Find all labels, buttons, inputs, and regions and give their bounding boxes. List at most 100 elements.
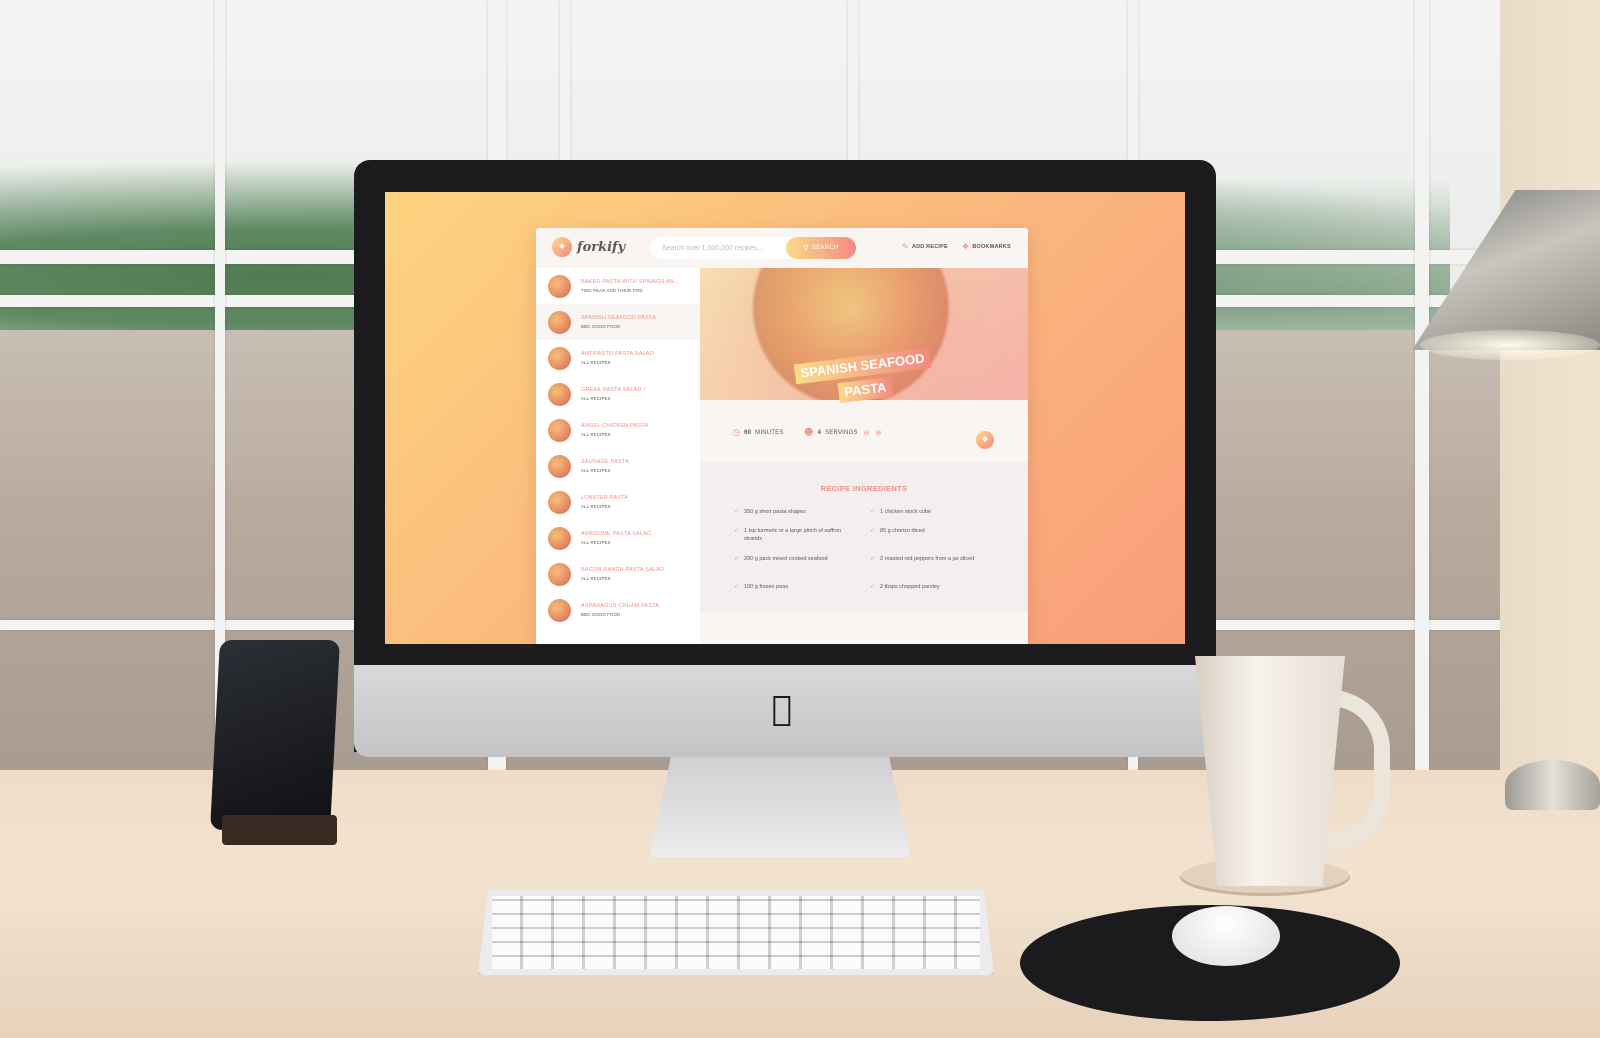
smartphone — [210, 640, 340, 830]
ingredient-text: 1 tsp turmeric or a large pinch of saffr… — [744, 528, 842, 542]
result-title: LOBSTER PASTA — [581, 495, 629, 501]
check-icon: ✓ — [734, 527, 740, 534]
lamp-light — [1420, 330, 1600, 360]
ingredient-item: ✓ 2 roasted red peppers from a jar sliced — [870, 555, 988, 563]
bookmarks-label: BOOKMARKS — [972, 243, 1011, 250]
check-icon: ✓ — [870, 508, 876, 515]
result-publisher: ALL RECIPES — [581, 396, 611, 401]
app-header: ✦ forkify ⚲ SEARCH ✎ ADD RECIPE ❖ BOOKMA… — [536, 228, 1028, 268]
ingredients-heading: RECIPE INGREDIENTS — [820, 484, 908, 493]
bookmark-recipe-button[interactable]: ❖ — [976, 431, 994, 449]
logo[interactable]: ✦ forkify — [552, 237, 625, 257]
forkify-app-window: ✦ forkify ⚲ SEARCH ✎ ADD RECIPE ❖ BOOKMA… — [536, 228, 1028, 644]
ingredient-item: ✓ 100 g frozen peas — [734, 583, 852, 591]
result-publisher: ALL RECIPES — [581, 360, 611, 365]
bookmarks-button[interactable]: ❖ BOOKMARKS — [962, 242, 1011, 251]
result-item[interactable]: ANGEL CHICKEN PASTA ALL RECIPES — [536, 412, 700, 448]
minutes-value: 60 — [744, 430, 752, 436]
ingredient-text: 100 g frozen peas — [744, 584, 789, 590]
monitor-stand — [650, 757, 910, 857]
result-thumbnail — [548, 310, 571, 334]
result-item[interactable]: BACON RANCH PASTA SALAD ALL RECIPES — [536, 556, 700, 592]
search-form: ⚲ SEARCH — [650, 237, 856, 259]
check-icon: ✓ — [734, 508, 740, 515]
result-item[interactable]: BAKED PASTA WITH SPINACH AN... TWO PEAS A… — [536, 268, 700, 304]
result-title: ASPARAGUS CREAM PASTA — [581, 603, 660, 609]
result-thumbnail — [548, 562, 571, 586]
result-item-active[interactable]: SPANISH SEAFOOD PASTA BBC GOOD FOOD — [536, 304, 700, 340]
result-title: SPANISH SEAFOOD PASTA — [581, 315, 657, 321]
minutes-label: MINUTES — [755, 430, 784, 436]
desk-lamp-base — [1505, 760, 1600, 810]
result-item[interactable]: ASPARAGUS CREAM PASTA BBC GOOD FOOD — [536, 592, 700, 628]
servings-label: SERVINGS — [825, 430, 858, 436]
result-thumbnail — [548, 526, 571, 550]
check-icon: ✓ — [870, 527, 876, 534]
result-thumbnail — [548, 598, 571, 622]
recipe-duration: ◷ 60 MINUTES — [732, 428, 784, 438]
add-recipe-button[interactable]: ✎ ADD RECIPE — [902, 242, 948, 251]
result-thumbnail — [548, 346, 571, 370]
ingredient-item: ✓ 85 g chorizo diced — [870, 527, 988, 535]
recipe-ingredients: RECIPE INGREDIENTS ✓ 350 g short pasta sh… — [700, 462, 1028, 612]
keyboard — [478, 890, 994, 975]
result-title: GREEK PASTA SALAD I — [581, 387, 646, 393]
search-input[interactable] — [662, 244, 790, 252]
recipe-directions-section — [700, 612, 1028, 644]
check-icon: ✓ — [734, 555, 740, 562]
mouse — [1172, 906, 1280, 966]
result-title: AWESOME PASTA SALAD — [581, 531, 652, 537]
result-publisher: BBC GOOD FOOD — [581, 612, 621, 617]
monitor-screen: ✦ forkify ⚲ SEARCH ✎ ADD RECIPE ❖ BOOKMA… — [385, 192, 1185, 644]
search-button[interactable]: ⚲ SEARCH — [786, 237, 856, 259]
recipe-servings: ☻ 4 SERVINGS ⊖ ⊕ — [804, 428, 882, 438]
ingredient-item: ✓ 1 tsp turmeric or a large pinch of saff… — [734, 527, 852, 543]
keyboard-keys — [492, 896, 980, 969]
result-title: ANTIPASTO PASTA SALAD — [581, 351, 654, 357]
ingredient-item: ✓ 2 tbsps chopped parsley — [870, 583, 988, 591]
result-publisher: ALL RECIPES — [581, 540, 611, 545]
result-publisher: BBC GOOD FOOD — [581, 324, 621, 329]
ingredient-item: ✓ 1 chicken stock cube — [870, 508, 988, 516]
ingredient-text: 1 chicken stock cube — [880, 509, 932, 515]
result-item[interactable]: ANTIPASTO PASTA SALAD ALL RECIPES — [536, 340, 700, 376]
users-icon: ☻ — [804, 428, 814, 438]
clock-icon: ◷ — [732, 428, 741, 438]
minus-circle-icon[interactable]: ⊖ — [864, 429, 870, 437]
bookmark-icon: ❖ — [981, 435, 989, 444]
edit-icon: ✎ — [902, 242, 909, 251]
result-publisher: ALL RECIPES — [581, 504, 611, 509]
apple-logo-icon:  — [765, 690, 799, 728]
result-publisher: ALL RECIPES — [581, 432, 611, 437]
result-item[interactable]: GREEK PASTA SALAD I ALL RECIPES — [536, 376, 700, 412]
logo-text: forkify — [577, 239, 626, 255]
result-title: BACON RANCH PASTA SALAD — [581, 567, 665, 573]
wall — [1500, 0, 1600, 800]
result-title: BAKED PASTA WITH SPINACH AN... — [581, 279, 680, 285]
ingredient-text: 2 tbsps chopped parsley — [880, 584, 940, 590]
result-thumbnail — [548, 418, 571, 442]
servings-value: 4 — [817, 430, 822, 436]
search-results-list: BAKED PASTA WITH SPINACH AN... TWO PEAS A… — [536, 268, 700, 644]
ingredient-text: 2 roasted red peppers from a jar sliced — [880, 556, 975, 562]
result-publisher: TWO PEAS AND THEIR POD — [581, 288, 643, 293]
recipe-panel: SPANISH SEAFOOD PASTA ◷ 60 MINUTES ☻ 4 S… — [700, 268, 1028, 644]
coffee-mug — [1195, 656, 1345, 886]
check-icon: ✓ — [870, 583, 876, 590]
add-recipe-label: ADD RECIPE — [911, 243, 948, 250]
result-item[interactable]: LOBSTER PASTA ALL RECIPES — [536, 484, 700, 520]
result-item[interactable]: AWESOME PASTA SALAD ALL RECIPES — [536, 520, 700, 556]
check-icon: ✓ — [870, 555, 876, 562]
result-item[interactable]: SAUSAGE PASTA ALL RECIPES — [536, 448, 700, 484]
ingredient-text: 350 g short pasta shapes — [744, 509, 806, 515]
result-thumbnail — [548, 382, 571, 406]
result-publisher: ALL RECIPES — [581, 468, 611, 473]
fork-knife-icon: ✦ — [552, 237, 572, 257]
plus-circle-icon[interactable]: ⊕ — [876, 429, 882, 437]
result-title: ANGEL CHICKEN PASTA — [581, 423, 649, 429]
search-icon: ⚲ — [803, 244, 809, 252]
result-publisher: ALL RECIPES — [581, 576, 611, 581]
ingredient-item: ✓ 200 g pack mixed cooked seafood — [734, 555, 852, 563]
result-thumbnail — [548, 454, 571, 478]
check-icon: ✓ — [734, 583, 740, 590]
